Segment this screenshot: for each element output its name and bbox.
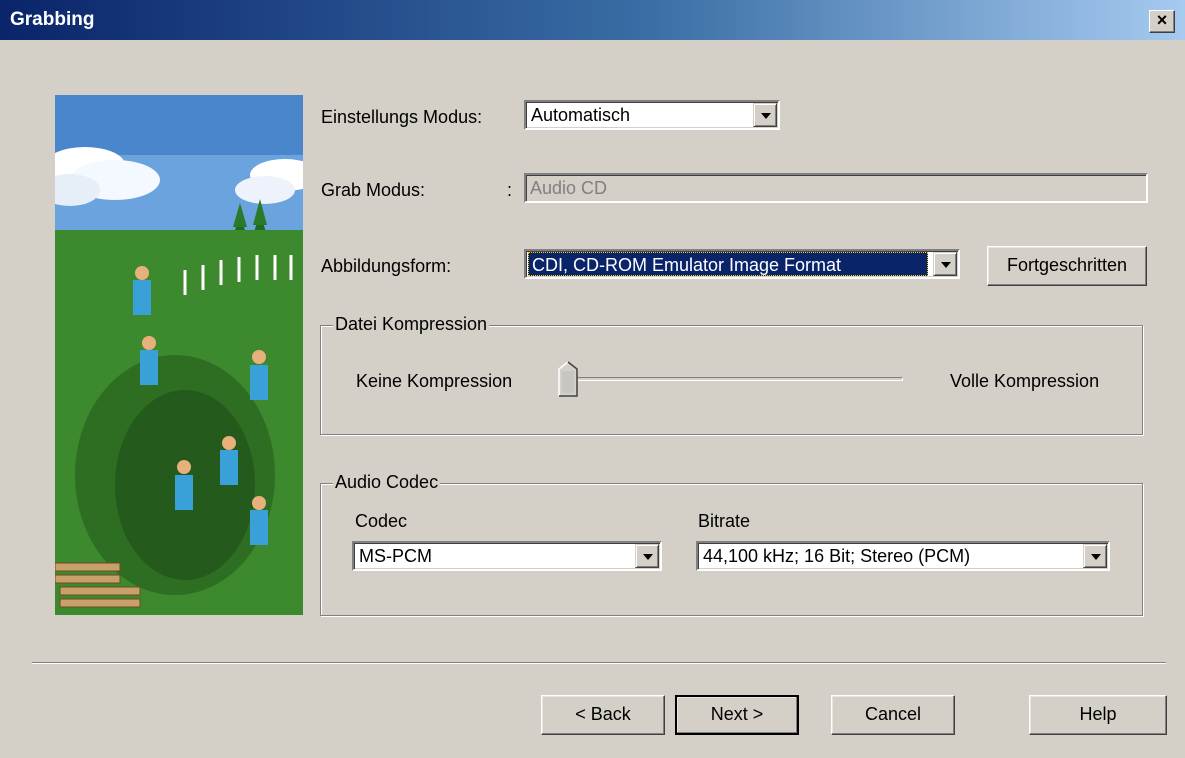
image-format-label: Abbildungsform:: [321, 256, 452, 276]
codec-label: Codec: [355, 511, 408, 531]
grab-mode-colon: :: [507, 180, 513, 200]
settings-mode-label: Einstellungs Modus:: [321, 107, 483, 127]
cancel-button[interactable]: Cancel: [831, 695, 955, 735]
settings-mode-select[interactable]: Automatisch: [524, 100, 780, 130]
close-button[interactable]: ×: [1149, 10, 1175, 33]
image-format-value: CDI, CD-ROM Emulator Image Format: [528, 252, 928, 276]
wizard-illustration: [55, 95, 303, 615]
workers-illustration: [55, 95, 303, 615]
help-button[interactable]: Help: [1029, 695, 1167, 735]
chevron-down-icon[interactable]: [753, 103, 777, 127]
chevron-down-icon[interactable]: [1083, 544, 1107, 568]
separator: [32, 662, 1166, 664]
slider-thumb-icon: [558, 361, 578, 397]
no-compression-label: Keine Kompression: [356, 371, 513, 391]
image-format-select[interactable]: CDI, CD-ROM Emulator Image Format: [524, 249, 960, 279]
compression-slider-track[interactable]: [565, 377, 903, 381]
bitrate-value: 44,100 kHz; 16 Bit; Stereo (PCM): [703, 546, 971, 566]
codec-select[interactable]: MS-PCM: [352, 541, 662, 571]
advanced-button[interactable]: Fortgeschritten: [987, 246, 1147, 286]
full-compression-label: Volle Kompression: [950, 371, 1100, 391]
grab-mode-label: Grab Modus:: [321, 180, 426, 200]
next-button[interactable]: Next >: [675, 695, 799, 735]
bitrate-select[interactable]: 44,100 kHz; 16 Bit; Stereo (PCM): [696, 541, 1110, 571]
codec-value: MS-PCM: [359, 546, 432, 566]
chevron-down-icon[interactable]: [635, 544, 659, 568]
bitrate-label: Bitrate: [698, 511, 751, 531]
grab-mode-value: Audio CD: [530, 178, 608, 198]
back-button[interactable]: < Back: [541, 695, 665, 735]
grab-mode-field: Audio CD: [524, 173, 1148, 203]
window-title: Grabbing: [10, 9, 95, 30]
compression-slider-thumb[interactable]: [558, 361, 578, 397]
title-bar: Grabbing ×: [0, 0, 1185, 40]
audio-codec-legend: Audio Codec: [333, 472, 441, 493]
chevron-down-icon[interactable]: [933, 252, 957, 276]
compression-legend: Datei Kompression: [333, 314, 490, 335]
settings-mode-value: Automatisch: [531, 105, 631, 125]
